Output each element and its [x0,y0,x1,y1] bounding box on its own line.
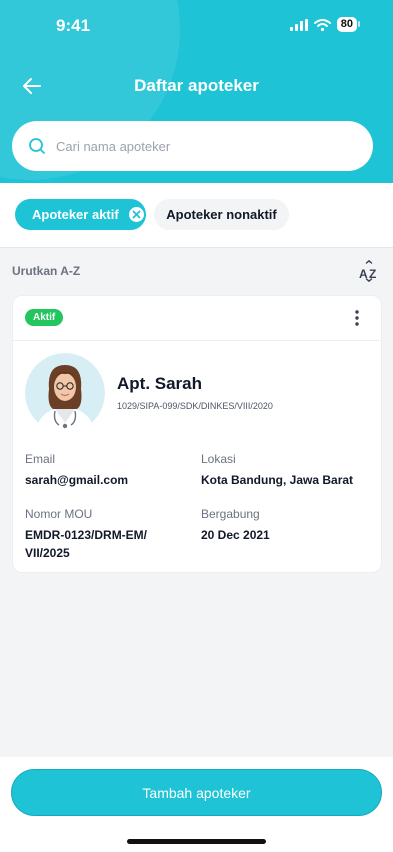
pharmacist-card[interactable]: Aktif Apt. Sarah 1029/SIPA-099/SDK/DINKE… [12,295,382,573]
status-time: 9:41 [56,16,91,35]
bottom-action-bar: Tambah apoteker [0,757,393,852]
signal-icon [289,18,308,31]
joined-value: 20 Dec 2021 [201,528,270,542]
mou-label: Nomor MOU [25,507,93,521]
pharmacist-name: Apt. Sarah [117,374,203,393]
svg-text:Z: Z [369,267,376,281]
joined-label: Bergabung [201,507,260,521]
add-pharmacist-button[interactable]: Tambah apoteker [11,769,382,816]
filter-chip-inactive[interactable]: Apoteker nonaktif [154,199,289,230]
nav-bar: Daftar apoteker [0,70,393,102]
search-input[interactable] [54,137,348,155]
card-header: Aktif [13,296,381,341]
close-icon[interactable] [128,207,144,222]
header: 9:41 80 Daftar apoteker [0,0,393,183]
search-icon [29,138,45,154]
filter-chip-active[interactable]: Apoteker aktif [15,199,146,230]
mou-value-line1: EMDR-0123/DRM-EM/ [25,528,148,542]
search-bar[interactable] [12,121,373,171]
status-bar: 9:41 80 [0,0,393,50]
filter-bar: Apoteker aktif Apoteker nonaktif [0,183,393,248]
mou-value: EMDR-0123/DRM-EM/ VII/2025 [25,526,147,562]
battery-icon: 80 [336,17,361,32]
wifi-icon [313,18,331,31]
home-indicator [127,839,266,844]
mou-value-line2: VII/2025 [25,546,70,560]
sort-az-icon[interactable]: A Z [358,260,380,282]
location-label: Lokasi [201,452,236,466]
location-value: Kota Bandung, Jawa Barat [201,473,354,487]
page-title: Daftar apoteker [134,76,259,95]
avatar [25,353,105,433]
email-value: sarah@gmail.com [25,473,129,487]
filter-chip-active-label: Apoteker aktif [32,207,119,222]
sort-label: Urutkan A-Z [12,264,81,278]
status-badge: Aktif [25,309,64,326]
more-vertical-icon[interactable] [349,308,365,328]
filter-chip-inactive-label: Apoteker nonaktif [166,207,277,222]
status-icons: 80 [289,17,361,32]
license-number: 1029/SIPA-099/SDK/DINKES/VIII/2020 [117,401,273,411]
email-label: Email [25,452,56,466]
